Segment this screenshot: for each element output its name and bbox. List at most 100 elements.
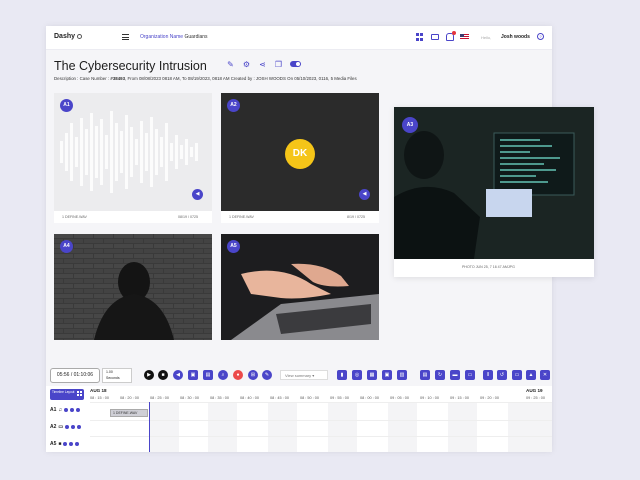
media-icon[interactable]: ▣ <box>382 370 392 380</box>
timeline-band <box>448 402 477 452</box>
time-tick: 09 : 05 : 00 <box>390 396 409 400</box>
hooded-figure-image <box>54 234 212 340</box>
waveform-graphic <box>60 111 198 193</box>
media-card-a2[interactable]: A2 DK ◀ 1 DEFINE.WAV 8/19 / 0725 <box>221 93 379 223</box>
page-title: The Cybersecurity Intrusion <box>54 59 207 73</box>
volume-icon[interactable]: ◀ <box>192 189 203 200</box>
user-name[interactable]: Josh woods <box>501 34 530 40</box>
share-icon[interactable]: ⋖ <box>258 60 267 69</box>
desc-from-label: From <box>127 76 138 81</box>
play-icon[interactable]: ▶ <box>144 370 154 380</box>
toggle-switch[interactable] <box>290 61 301 67</box>
desc-on: 05/10/2023, 0116, <box>294 76 330 81</box>
desc-on-label: On <box>287 76 294 81</box>
card-file-name: 1 DEFINE.WAV <box>229 215 254 219</box>
volume-icon[interactable]: ◀ <box>359 189 370 200</box>
track-dot-icon[interactable] <box>71 425 76 429</box>
columns-icon[interactable]: ⫴ <box>483 370 493 380</box>
month-label-right: AUG 19 <box>526 388 543 393</box>
desc-prefix: Description : Case Number : <box>54 76 110 81</box>
time-tick: 08 : 30 : 00 <box>180 396 199 400</box>
crop-icon[interactable]: ⊞ <box>248 370 258 380</box>
menu-icon[interactable] <box>122 34 129 40</box>
film-icon[interactable]: ▥ <box>397 370 407 380</box>
track-name: A5 <box>50 441 57 447</box>
time-tick: 09 : 10 : 00 <box>420 396 439 400</box>
apps-grid-icon[interactable] <box>416 33 424 41</box>
track-dot-icon[interactable] <box>76 408 81 412</box>
timeline-band <box>268 402 297 452</box>
edit-icon[interactable]: ✎ <box>226 60 235 69</box>
seconds-input[interactable]: 1.00 Seconds <box>102 368 132 383</box>
delete-icon[interactable]: ✕ <box>540 370 550 380</box>
music-note-icon: ♫ <box>58 407 63 413</box>
media-card-a5[interactable]: A5 <box>221 234 379 340</box>
title-actions: ✎ ⚙ ⋖ ❐ <box>226 60 301 69</box>
desc-created-label: Created by : <box>230 76 255 81</box>
time-tick: 08 : 45 : 00 <box>270 396 289 400</box>
stop-icon[interactable]: ■ <box>158 370 168 380</box>
track-dot-icon[interactable] <box>77 425 82 429</box>
track-dot-icon[interactable] <box>65 425 70 429</box>
bookmark-icon[interactable]: ▮ <box>337 370 347 380</box>
copy-icon[interactable]: ❐ <box>274 60 283 69</box>
mail-icon[interactable] <box>431 34 439 40</box>
card-time: 08/19 / 0725 <box>178 215 198 219</box>
view-summary-select[interactable]: View summary ▾ <box>280 370 328 380</box>
track-dot-icon[interactable] <box>75 442 80 446</box>
snapshot-icon[interactable]: ◎ <box>352 370 362 380</box>
save-icon[interactable]: ▭ <box>512 370 522 380</box>
settings-icon[interactable]: ⚙ <box>242 60 251 69</box>
history-icon[interactable]: ↺ <box>497 370 507 380</box>
media-card-a4[interactable]: A4 <box>54 234 212 340</box>
track-name: A2 <box>50 424 57 430</box>
us-flag-icon[interactable] <box>460 34 469 40</box>
refresh-icon[interactable]: ↻ <box>435 370 445 380</box>
track-label-a1: A1 ♫ <box>50 407 81 413</box>
badge-a3: A3 <box>402 117 418 133</box>
time-tick: 08 : 35 : 00 <box>210 396 229 400</box>
grid-view-icon[interactable]: ▦ <box>367 370 377 380</box>
notification-bell-icon[interactable] <box>446 31 456 41</box>
timeline[interactable]: Timeline Layout AUG 18 AUG 19 08 : 15 : … <box>46 386 552 452</box>
help-icon[interactable]: ? <box>537 33 544 40</box>
timeline-band <box>328 402 357 452</box>
time-tick: 08 : 50 : 00 <box>300 396 319 400</box>
logo[interactable]: Dashy <box>54 33 83 40</box>
track-dot-icon[interactable] <box>70 408 75 412</box>
timeline-layout-button[interactable]: Timeline Layout <box>50 389 84 400</box>
case-description: Description : Case Number : #38493, From… <box>54 76 357 81</box>
greeting: Hello, <box>481 35 492 40</box>
calendar-icon[interactable]: ▤ <box>420 370 430 380</box>
seconds-label: Seconds <box>106 376 120 380</box>
badge-a1: A1 <box>60 99 73 112</box>
track-dot-icon[interactable] <box>69 442 74 446</box>
time-tick: 08 : 15 : 00 <box>90 396 109 400</box>
track-dot-icon[interactable] <box>64 408 69 412</box>
timeline-clip[interactable]: 1 DEFINE.WAV <box>110 409 148 417</box>
view-select-label: View summary <box>285 373 312 378</box>
zoom-icon[interactable]: ⌕ <box>218 370 228 380</box>
playhead[interactable] <box>149 402 150 452</box>
time-tick: 08 : 00 : 00 <box>360 396 379 400</box>
image-icon: ▭ <box>58 424 64 430</box>
camera-icon[interactable]: ▣ <box>188 370 198 380</box>
desc-to-label: To <box>181 76 187 81</box>
card-time: 8/19 / 0725 <box>347 215 365 219</box>
org-selector[interactable]: Organization Name Guardians <box>140 34 208 40</box>
track-dot-icon[interactable] <box>63 442 68 446</box>
case-number: #38493 <box>110 76 126 81</box>
media-card-a3[interactable]: A3 PHOTO JUN 25, 7 16 47 AMJPG <box>394 107 594 277</box>
pen-icon[interactable]: ✎ <box>262 370 272 380</box>
badge-a2: A2 <box>227 99 240 112</box>
media-card-a1[interactable]: A1 ◀ 1 DEFINE.WAV 08/19 / 0725 <box>54 93 212 223</box>
hooded-figure-graphic <box>54 234 212 340</box>
lock-icon[interactable]: ▲ <box>526 370 536 380</box>
logo-ring-icon <box>77 33 83 39</box>
time-tick: 08 : 20 : 00 <box>120 396 139 400</box>
record-icon[interactable]: ● <box>233 370 243 380</box>
volume-icon[interactable]: ◀ <box>173 370 183 380</box>
layers-icon[interactable]: ▭ <box>465 370 475 380</box>
folder-icon[interactable]: ▬ <box>450 370 460 380</box>
image-icon[interactable]: ▤ <box>203 370 213 380</box>
